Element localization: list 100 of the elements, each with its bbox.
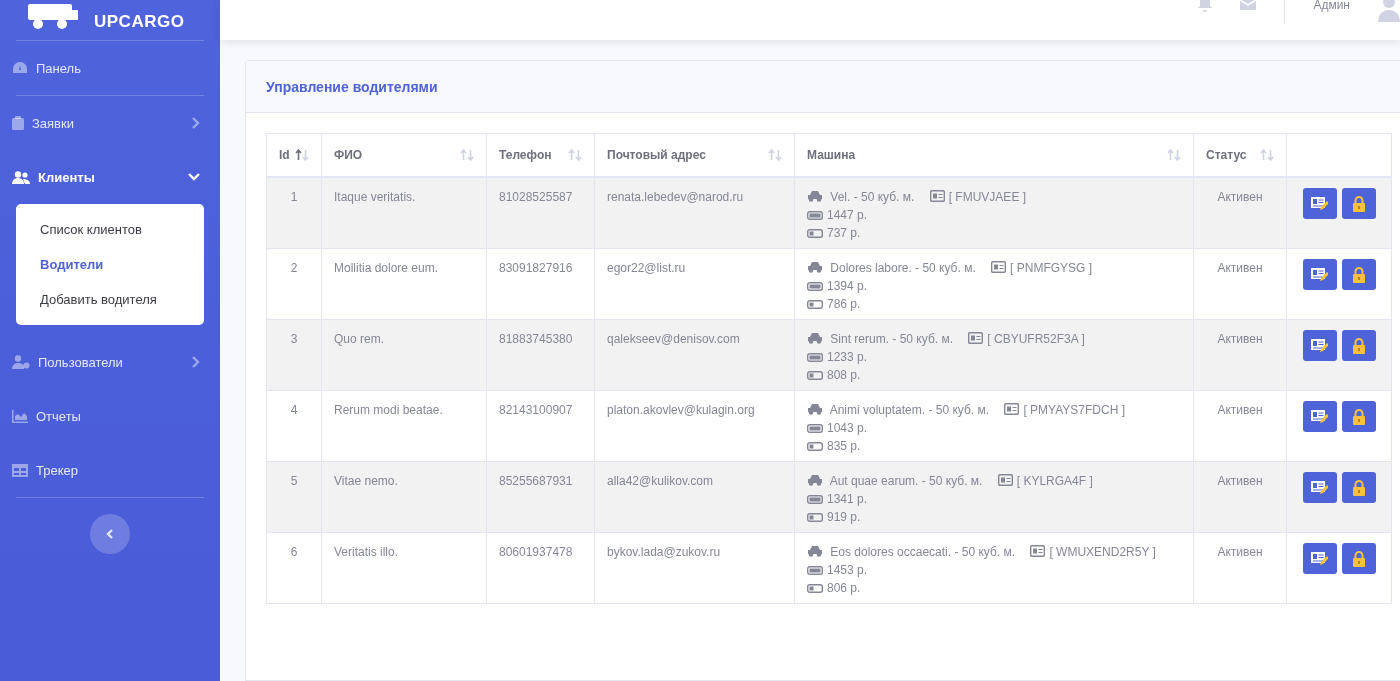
edit-button[interactable] <box>1302 543 1337 574</box>
clipboard-icon <box>12 116 24 130</box>
lock-button[interactable] <box>1341 472 1376 503</box>
car-icon <box>807 403 823 415</box>
lock-icon <box>1351 266 1366 283</box>
battery-full-icon <box>807 565 823 575</box>
sidebar-item[interactable]: Отчеты <box>0 389 220 443</box>
column-header[interactable]: ФИО <box>334 148 363 162</box>
lock-button[interactable] <box>1341 188 1376 219</box>
truck-icon <box>26 4 80 30</box>
user-name[interactable]: Админ <box>1313 0 1350 12</box>
edit-card-icon <box>1311 267 1328 282</box>
sort-icon[interactable] <box>295 149 309 161</box>
lock-button[interactable] <box>1341 543 1376 574</box>
table-cell: Vitae nemo. <box>334 474 398 488</box>
table-cell: Itaque veritatis. <box>334 190 416 204</box>
lock-icon <box>1351 550 1366 567</box>
battery-low-icon <box>807 583 823 593</box>
table-cell: 2 <box>290 261 298 275</box>
lock-icon <box>1351 337 1366 354</box>
lock-button[interactable] <box>1341 259 1376 290</box>
submenu-item[interactable]: Список клиентов <box>16 212 204 247</box>
battery-full-icon <box>807 210 823 220</box>
price-text: 1394 р. <box>827 278 868 295</box>
id-card-icon <box>991 261 1007 273</box>
battery-full-icon <box>807 281 823 291</box>
table-cell: 4 <box>290 403 298 417</box>
edit-button[interactable] <box>1302 259 1337 290</box>
status-text: Активен <box>1217 261 1263 275</box>
sidebar-item[interactable]: Пользователи <box>0 335 220 389</box>
column-header[interactable]: Почтовый адрес <box>607 148 706 162</box>
price-text: 786 р. <box>827 296 861 313</box>
edit-button[interactable] <box>1302 472 1337 503</box>
car-info: Eos dolores occaecati. - 50 куб. м. <box>830 545 1016 559</box>
price-text: 1233 р. <box>827 349 868 366</box>
plate-number: [ FMUVJAEE ] <box>948 190 1027 204</box>
submenu-item[interactable]: Водители <box>16 247 204 282</box>
car-info: Sint rerum. - 50 куб. м. <box>830 332 953 346</box>
table-cell: 85255687931 <box>499 474 573 488</box>
plate-number: [ WMUXEND2R5Y ] <box>1049 545 1156 559</box>
sidebar-item[interactable]: Трекер <box>0 443 220 497</box>
status-text: Активен <box>1217 474 1263 488</box>
edit-card-icon <box>1311 409 1328 424</box>
car-icon <box>807 332 823 344</box>
edit-button[interactable] <box>1302 188 1337 219</box>
car-info: Aut quae earum. - 50 куб. м. <box>829 474 983 488</box>
table-cell: alla42@kulikov.com <box>607 474 713 488</box>
id-card-icon <box>997 474 1013 486</box>
table-cell: 5 <box>290 474 298 488</box>
lock-icon <box>1351 195 1366 212</box>
edit-button[interactable] <box>1302 401 1337 432</box>
card-title: Управление водителями <box>266 78 438 95</box>
column-header[interactable]: Машина <box>807 148 856 162</box>
lock-icon <box>1351 408 1366 425</box>
car-info: Vel. - 50 куб. м. <box>830 190 915 204</box>
column-header[interactable]: Статус <box>1206 148 1247 162</box>
submenu-item[interactable]: Добавить водителя <box>16 282 204 317</box>
gauge-icon <box>12 61 28 75</box>
car-icon <box>807 261 823 273</box>
sidebar-item[interactable]: Клиенты <box>0 150 220 204</box>
plate-number: [ CBYUFR52F3A ] <box>987 332 1085 346</box>
battery-low-icon <box>807 370 823 380</box>
price-text: 1453 р. <box>827 562 868 579</box>
table-cell: Rerum modi beatae. <box>334 403 443 417</box>
lock-button[interactable] <box>1341 330 1376 361</box>
edit-card-icon <box>1311 338 1328 353</box>
edit-card-icon <box>1311 196 1328 211</box>
chevron-left-icon <box>106 529 114 539</box>
price-text: 1447 р. <box>827 207 868 224</box>
price-text: 835 р. <box>827 438 861 455</box>
brand-name: UPCARGO <box>94 13 185 30</box>
table-cell: 80601937478 <box>499 545 573 559</box>
column-header[interactable]: Id <box>279 148 290 162</box>
car-icon <box>807 190 823 202</box>
sidebar-item[interactable]: Панель <box>0 41 220 95</box>
table-cell: 81883745380 <box>499 332 573 346</box>
table-cell: egor22@list.ru <box>607 261 686 275</box>
column-header[interactable]: Телефон <box>499 148 552 162</box>
price-text: 919 р. <box>827 509 861 526</box>
edit-button[interactable] <box>1302 330 1337 361</box>
id-card-icon <box>929 190 945 202</box>
table-cell: 81028525587 <box>499 190 573 204</box>
battery-low-icon <box>807 441 823 451</box>
sidebar-item[interactable]: Заявки <box>0 96 220 150</box>
status-text: Активен <box>1217 403 1263 417</box>
chart-area-icon <box>12 409 28 423</box>
edit-card-icon <box>1311 480 1328 495</box>
table-cell: renata.lebedev@narod.ru <box>607 190 744 204</box>
table-cell: Veritatis illo. <box>334 545 399 559</box>
table-cell: bykov.lada@zukov.ru <box>607 545 721 559</box>
status-text: Активен <box>1217 190 1263 204</box>
price-text: 1043 р. <box>827 420 868 437</box>
plate-number: [ PMYAYS7FDCH ] <box>1023 403 1125 417</box>
battery-low-icon <box>807 228 823 238</box>
user-gear-icon <box>12 355 30 369</box>
status-text: Активен <box>1217 545 1263 559</box>
price-text: 808 р. <box>827 367 861 384</box>
lock-button[interactable] <box>1341 401 1376 432</box>
plate-number: [ PNMFGYSG ] <box>1010 261 1093 275</box>
car-icon <box>807 545 823 557</box>
